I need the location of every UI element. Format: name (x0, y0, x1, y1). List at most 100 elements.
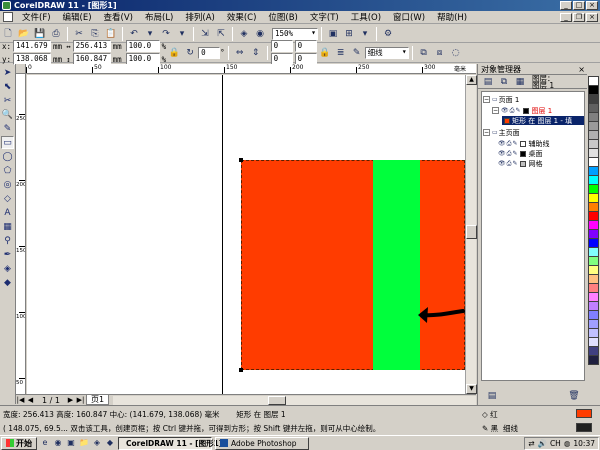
printable-icon[interactable]: ⎙ (510, 107, 515, 115)
redo-dropdown-icon[interactable]: ▾ (175, 27, 189, 41)
vertical-scroll-thumb[interactable] (466, 225, 477, 239)
export-icon[interactable]: ⇱ (214, 27, 228, 41)
outline-color-swatch[interactable] (576, 423, 592, 432)
cut-icon[interactable]: ✂ (72, 27, 86, 41)
fill-tool-icon[interactable]: ◈ (1, 262, 14, 275)
shape-tool-icon[interactable]: ⬉ (1, 80, 14, 93)
visibility-icon[interactable]: 👁 (498, 140, 506, 147)
corel-online-icon[interactable]: ◉ (253, 27, 267, 41)
outline-pen-icon[interactable]: ✎ (350, 46, 364, 60)
editable-icon[interactable]: ✎ (512, 140, 517, 147)
selection-handle[interactable] (239, 158, 243, 162)
freehand-tool-icon[interactable]: ✎ (1, 122, 14, 135)
spiral-tool-icon[interactable]: ◎ (1, 178, 14, 191)
zoom-tool-icon[interactable]: 🔍 (1, 108, 14, 121)
printable-icon[interactable]: ⎙ (507, 150, 512, 158)
tray-icon[interactable]: ◍ (564, 439, 571, 448)
fill-color-swatch[interactable] (576, 409, 592, 418)
vertical-ruler[interactable]: 250 200 150 100 50 (16, 74, 26, 394)
lang-indicator[interactable]: CH (550, 439, 561, 448)
ie-icon[interactable]: e (40, 438, 50, 448)
network-icon[interactable]: ⇄ (528, 439, 534, 448)
fill-indicator[interactable]: ◇ 红 (482, 409, 498, 420)
menu-view[interactable]: 查看(V) (98, 11, 139, 23)
to-front-icon[interactable]: ⧉ (417, 46, 431, 60)
tree-node-rectangle[interactable]: 矩形 在 图层 1 - 填 (502, 116, 584, 125)
outline-indicator[interactable]: ✎ 黑 细线 (482, 423, 518, 434)
palette-swatch[interactable] (588, 355, 599, 365)
prev-page-button[interactable]: ◀ (26, 396, 35, 405)
ruler-origin[interactable] (16, 64, 26, 74)
menu-effects[interactable]: 效果(C) (221, 11, 263, 23)
tree-node-guides[interactable]: 👁 ⎙ ✎ 辅助线 (498, 139, 549, 148)
close-button[interactable]: × (586, 1, 598, 10)
doc-minimize-button[interactable]: _ (560, 13, 572, 22)
undo-dropdown-icon[interactable]: ▾ (143, 27, 157, 41)
object-tree[interactable]: − ▭ 页面 1 − 👁 ⎙ ✎ 图层 1 矩形 在 图层 1 - 填 − ▭ … (481, 91, 585, 381)
vertical-scrollbar[interactable]: ▲ ▼ (465, 75, 477, 394)
quicklaunch-icon[interactable]: ◈ (92, 438, 102, 448)
menu-edit[interactable]: 编辑(E) (57, 11, 98, 23)
tree-node-grid[interactable]: 👁 ⎙ ✎ 网格 (498, 159, 542, 168)
snap-dropdown-icon[interactable]: ▾ (358, 27, 372, 41)
collapse-toggle-icon[interactable]: − (483, 96, 490, 103)
delete-icon[interactable]: 🗑 (567, 389, 581, 403)
menu-tools[interactable]: 工具(O) (345, 11, 387, 23)
tree-node-layer[interactable]: − 👁 ⎙ ✎ 图层 1 (492, 106, 552, 115)
maximize-button[interactable]: □ (573, 1, 585, 10)
paste-icon[interactable]: 📋 (104, 27, 118, 41)
rotation-icon[interactable]: ↻ (183, 46, 197, 60)
zoom-level-select[interactable]: 150% (272, 27, 318, 40)
selection-handle[interactable] (239, 368, 243, 372)
menu-layout[interactable]: 布局(L) (139, 11, 179, 23)
quicklaunch-icon-2[interactable]: ◆ (105, 438, 115, 448)
horizontal-ruler[interactable]: 0 50 100 150 200 250 300 毫米 (26, 64, 476, 74)
minimize-button[interactable]: _ (560, 1, 572, 10)
eyedropper-tool-icon[interactable]: ⚲ (1, 234, 14, 247)
visibility-icon[interactable]: 👁 (498, 160, 506, 167)
red-rectangle[interactable] (241, 160, 465, 370)
redo-icon[interactable]: ↷ (159, 27, 173, 41)
printable-icon[interactable]: ⎙ (507, 160, 512, 168)
show-properties-icon[interactable]: ▤ (481, 75, 495, 89)
snap-to-grid-icon[interactable]: ⊞ (342, 27, 356, 41)
x-position-field[interactable]: 141.679 (13, 40, 52, 52)
print-icon[interactable]: ⎙ (49, 27, 63, 41)
last-page-button[interactable]: ▶| (76, 396, 85, 405)
coreldraw-app-icon[interactable] (2, 1, 11, 10)
rotation-field[interactable]: 0 (198, 46, 221, 59)
tree-node-desktop[interactable]: 👁 ⎙ ✎ 桌面 (498, 149, 542, 158)
pick-tool-icon[interactable]: ➤ (1, 66, 14, 79)
collapse-toggle-icon[interactable]: − (492, 107, 499, 114)
text-tool-icon[interactable]: A (1, 206, 14, 219)
import-icon[interactable]: ⇲ (198, 27, 212, 41)
basic-shapes-icon[interactable]: ◇ (1, 192, 14, 205)
interactive-fill-icon[interactable]: ◆ (1, 276, 14, 289)
scroll-up-button[interactable]: ▲ (466, 75, 477, 85)
crop-tool-icon[interactable]: ✂ (1, 94, 14, 107)
corner-radius-2-field[interactable]: 0 (294, 40, 317, 52)
edit-across-layers-icon[interactable]: ▦ (513, 75, 527, 89)
horizontal-scrollbar[interactable] (113, 395, 476, 405)
width-field[interactable]: 256.413 (72, 40, 111, 52)
polygon-tool-icon[interactable]: ⬠ (1, 164, 14, 177)
copy-icon[interactable]: ⎘ (88, 27, 102, 41)
printable-icon[interactable]: ⎙ (507, 140, 512, 148)
interactive-blend-icon[interactable]: ▦ (1, 220, 14, 233)
start-button[interactable]: 开始 (1, 436, 37, 450)
first-page-button[interactable]: |◀ (16, 396, 25, 405)
undo-icon[interactable]: ↶ (127, 27, 141, 41)
application-launcher-icon[interactable]: ◈ (237, 27, 251, 41)
horizontal-scroll-thumb[interactable] (268, 395, 287, 405)
mirror-horizontal-icon[interactable]: ⇔ (233, 46, 247, 60)
scale-x-field[interactable]: 100.0 (125, 40, 160, 52)
round-corners-together-icon[interactable]: 🔒 (318, 46, 332, 60)
tree-node-master-page[interactable]: − ▭ 主页面 (483, 128, 520, 137)
new-icon[interactable]: 🗋 (1, 27, 15, 41)
next-page-button[interactable]: ▶ (66, 396, 75, 405)
menu-text[interactable]: 文字(T) (304, 11, 345, 23)
visibility-icon[interactable]: 👁 (501, 107, 509, 114)
menu-arrange[interactable]: 排列(A) (179, 11, 220, 23)
task-coreldraw[interactable]: CorelDRAW 11 - [图形1] (118, 436, 222, 450)
menu-file[interactable]: 文件(F) (16, 11, 57, 23)
